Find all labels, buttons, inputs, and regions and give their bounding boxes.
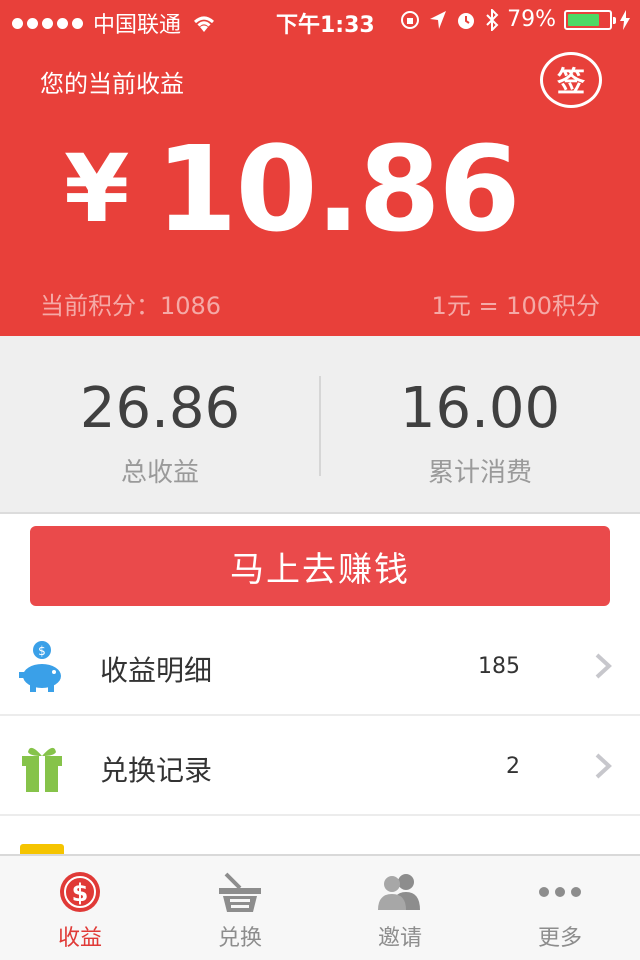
rotation-lock-icon [401,10,420,29]
currency-symbol: ¥ [64,134,130,244]
current-earnings: ¥ 10.86 [64,120,521,258]
more-dots-icon [539,887,581,897]
status-right: 79% [399,7,630,32]
tab-bar: $ 收益 兑换 邀请 更多 [0,854,640,960]
tab-earnings[interactable]: $ 收益 [0,856,160,960]
earnings-header: 中国联通 下午1:33 79% 您的当前收益 签 ¥ 10.86 当前积分：10… [0,0,640,336]
users-icon [378,874,420,910]
battery-icon [564,9,616,30]
tab-label: 邀请 [377,926,422,951]
tab-label: 更多 [537,926,582,951]
status-time: 下午1:33 [276,13,375,38]
alarm-icon [458,12,475,29]
total-spent-label: 累计消费 [427,458,532,488]
chevron-right-icon [595,653,612,679]
list-item-count: 185 [478,654,520,679]
sign-in-button[interactable]: 签 [540,52,602,108]
earnings-title: 您的当前收益 [40,70,184,98]
list-item-exchange-records[interactable]: 兑换记录 2 [0,716,640,816]
tab-exchange[interactable]: 兑换 [160,856,320,960]
tab-label: 兑换 [217,926,262,951]
battery-percent: 79% [507,7,556,32]
tab-label: 收益 [57,926,102,951]
exchange-rate: 1元 = 100积分 [431,292,600,320]
list-item-income-details[interactable]: $ 收益明细 185 [0,616,640,716]
stats-panel: 26.86 总收益 16.00 累计消费 [0,336,640,514]
chevron-right-icon [595,753,612,779]
tab-invite[interactable]: 邀请 [320,856,480,960]
list-item-label: 兑换记录 [100,754,213,787]
status-bar: 中国联通 下午1:33 79% [0,0,640,40]
location-arrow-icon [430,10,447,29]
charging-icon [620,9,630,30]
total-income-value: 26.86 [79,376,241,441]
screen: 中国联通 下午1:33 79% 您的当前收益 签 ¥ 10.86 当前积分：10… [0,0,640,960]
total-income-stat: 26.86 总收益 [0,336,320,514]
earn-money-button[interactable]: 马上去赚钱 [30,526,610,606]
dollar-coin-icon: $ [60,872,100,912]
bluetooth-icon [486,8,499,31]
status-left: 中国联通 [12,7,217,39]
signal-dots-icon [12,17,83,29]
gift-icon [22,747,62,792]
piggy-bank-icon: $ [19,641,61,692]
tab-more[interactable]: 更多 [480,856,640,960]
carrier-name: 中国联通 [93,13,182,38]
basket-icon [219,872,261,912]
total-spent-value: 16.00 [399,376,561,441]
svg-text:$: $ [72,879,89,907]
current-points: 当前积分：1086 [40,292,222,320]
list-item-label: 收益明细 [100,654,213,687]
total-spent-stat: 16.00 累计消费 [320,336,640,514]
wifi-icon [194,16,215,32]
total-income-label: 总收益 [120,458,199,488]
earnings-amount: 10.86 [155,120,520,258]
list-item-partial[interactable] [0,816,640,856]
list-item-count: 2 [506,754,520,779]
svg-text:$: $ [38,644,46,658]
